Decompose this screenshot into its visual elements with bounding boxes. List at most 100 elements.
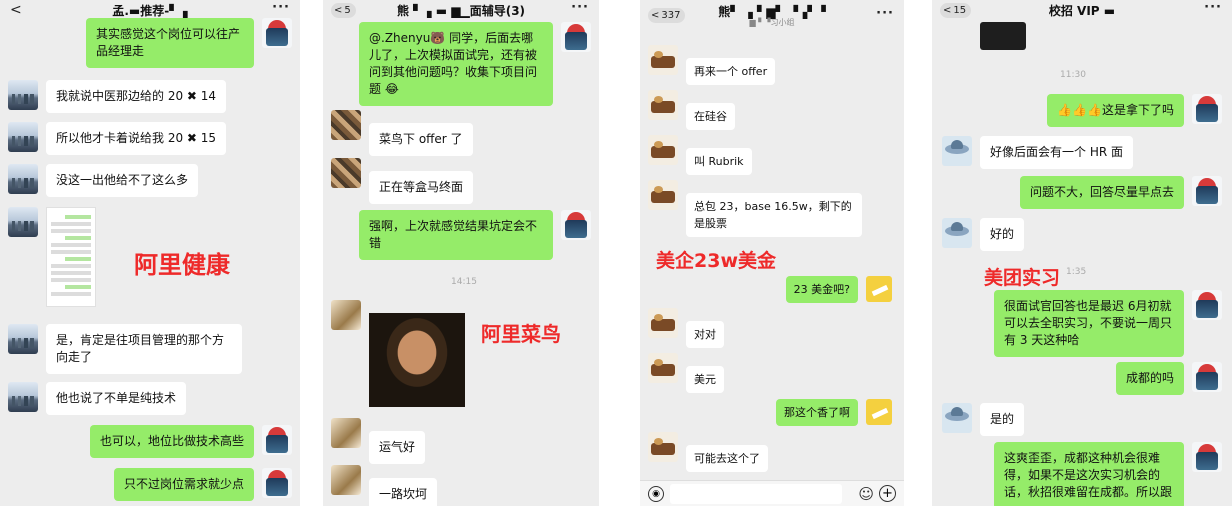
message-row: 👍👍👍这是拿下了吗 <box>1047 94 1222 127</box>
avatar[interactable] <box>331 110 361 140</box>
message-bubble[interactable]: 好的 <box>980 218 1025 251</box>
avatar[interactable] <box>648 308 678 338</box>
unread-count: 5 <box>344 5 351 16</box>
screenshot-thumbnail[interactable] <box>46 207 96 307</box>
avatar[interactable] <box>648 180 678 210</box>
message-bubble[interactable]: 好像后面会有一个 HR 面 <box>980 136 1133 169</box>
avatar[interactable] <box>561 22 591 52</box>
avatar[interactable] <box>648 135 678 165</box>
message-bubble[interactable]: 那这个香了啊 <box>776 399 858 426</box>
avatar[interactable] <box>8 122 38 152</box>
media-thumbnail[interactable] <box>980 22 1026 50</box>
avatar[interactable] <box>8 207 38 237</box>
back-icon[interactable]: < <box>10 2 22 18</box>
voice-icon[interactable]: ◉ <box>648 486 664 502</box>
message-bubble[interactable]: 所以他才卡着说给我 20 ✖ 15 <box>46 122 227 155</box>
message-input[interactable] <box>670 484 842 504</box>
message-bubble[interactable]: 问题不大，回答尽量早点去 <box>1019 176 1184 209</box>
message-bubble[interactable]: 很面试官回答也是最迟 6月初就可以去全职实习，不要说一周只有 3 天这种哈 <box>994 290 1184 357</box>
avatar[interactable] <box>262 425 292 455</box>
message-bubble[interactable]: 我就说中医那边给的 20 ✖ 14 <box>46 80 227 113</box>
avatar[interactable] <box>866 276 892 302</box>
message-bubble[interactable]: 菜鸟下 offer 了 <box>369 123 473 156</box>
message-bubble[interactable]: 没这一出他给不了这么多 <box>46 164 199 197</box>
avatar[interactable] <box>8 80 38 110</box>
sticker-image[interactable] <box>369 313 465 407</box>
message-bubble[interactable]: 总包 23，base 16.5w，剩下的是股票 <box>686 193 862 237</box>
message-bubble[interactable]: 美元 <box>686 366 724 393</box>
sender-name <box>369 300 465 310</box>
message-bubble[interactable]: 对对 <box>686 321 724 348</box>
message-bubble[interactable]: 一路坎坷 <box>369 478 438 506</box>
avatar[interactable] <box>1192 94 1222 124</box>
message-bubble[interactable]: 23 美金吧? <box>785 276 858 303</box>
avatar[interactable] <box>331 300 361 330</box>
back-button[interactable]: < 5 <box>331 3 356 18</box>
avatar[interactable] <box>331 418 361 448</box>
message-bubble[interactable]: 可能去这个了 <box>686 445 768 472</box>
avatar[interactable] <box>8 324 38 354</box>
avatar[interactable] <box>8 382 38 412</box>
message-row: 正在等盒马终面 <box>331 158 474 204</box>
avatar[interactable] <box>942 218 972 248</box>
message-bubble[interactable]: 👍👍👍这是拿下了吗 <box>1047 94 1184 127</box>
avatar[interactable] <box>561 210 591 240</box>
avatar[interactable] <box>1192 176 1222 206</box>
message-row: 那这个香了啊 <box>776 399 892 426</box>
message-row: 好像后面会有一个 HR 面 <box>942 136 1133 169</box>
message-bubble[interactable]: 强啊，上次就感觉结果坑定会不错 <box>359 210 553 260</box>
more-icon[interactable]: ··· <box>272 0 290 15</box>
message-bubble[interactable]: 成都的吗 <box>1115 362 1184 395</box>
message-bubble[interactable]: 是，肯定是往项目管理的那个方向走了 <box>46 324 242 374</box>
avatar[interactable] <box>648 45 678 75</box>
avatar[interactable] <box>648 432 678 462</box>
message-bubble[interactable]: 只不过岗位需求就少点 <box>113 468 254 501</box>
message-bubble[interactable]: 这爽歪歪，成都这种机会很难得，如果不是这次实习机会的话，秋招很难留在成都。所以跟 <box>994 442 1184 506</box>
message-bubble[interactable]: 叫 Rubrik <box>686 148 752 175</box>
message-bubble[interactable]: 正在等盒马终面 <box>369 171 474 204</box>
message-row: 这爽歪歪，成都这种机会很难得，如果不是这次实习机会的话，秋招很难留在成都。所以跟 <box>994 442 1222 506</box>
message-bubble[interactable]: @.Zhenyu🐻 同学，后面去哪儿了，上次模拟面试完，还有被问到其他问题吗？收… <box>359 22 553 106</box>
avatar[interactable] <box>1192 442 1222 472</box>
avatar[interactable] <box>262 18 292 48</box>
timestamp: 11:30 <box>1060 70 1086 80</box>
more-icon[interactable]: ··· <box>1204 0 1222 15</box>
avatar[interactable] <box>1192 362 1222 392</box>
avatar[interactable] <box>648 353 678 383</box>
avatar[interactable] <box>262 468 292 498</box>
sender-name <box>369 110 473 120</box>
avatar[interactable] <box>648 90 678 120</box>
avatar[interactable] <box>866 399 892 425</box>
avatar[interactable] <box>331 158 361 188</box>
avatar[interactable] <box>942 403 972 433</box>
message-row: 其实感觉这个岗位可以往产品经理走 <box>86 18 292 68</box>
message-bubble[interactable]: 也可以，地位比做技术高些 <box>89 425 254 458</box>
message-row: @.Zhenyu🐻 同学，后面去哪儿了，上次模拟面试完，还有被问到其他问题吗？收… <box>359 22 591 106</box>
message-row: 对对 <box>648 308 724 348</box>
message-bubble[interactable]: 其实感觉这个岗位可以往产品经理走 <box>86 18 254 68</box>
sender-name <box>369 418 425 428</box>
avatar[interactable] <box>8 164 38 194</box>
avatar[interactable] <box>1192 290 1222 320</box>
more-icon[interactable]: ··· <box>571 0 589 15</box>
message-bubble[interactable]: 在硅谷 <box>686 103 735 130</box>
chat-header: < 5 熊 ▘▗ ▬ ▆▁面辅导(3) ··· <box>323 0 599 20</box>
sender-name <box>369 465 437 475</box>
message-bubble[interactable]: 再来一个 offer <box>686 58 776 85</box>
message-row: 是的 <box>942 403 1025 436</box>
message-row: 问题不大，回答尽量早点去 <box>1019 176 1222 209</box>
avatar[interactable] <box>942 136 972 166</box>
avatar[interactable] <box>331 465 361 495</box>
plus-icon[interactable]: + <box>879 485 896 502</box>
back-button[interactable]: < 15 <box>940 3 972 18</box>
message-row: 也可以，地位比做技术高些 <box>89 425 292 458</box>
emoji-icon[interactable]: ☺ <box>858 485 874 503</box>
message-bubble[interactable]: 他也说了不单是纯技术 <box>46 382 187 415</box>
message-bubble[interactable]: 运气好 <box>369 431 426 464</box>
message-row: 美元 <box>648 353 724 393</box>
message-row: 强啊，上次就感觉结果坑定会不错 <box>359 210 591 260</box>
message-bubble[interactable]: 是的 <box>980 403 1025 436</box>
sender-name <box>686 308 724 318</box>
message-row: 在硅谷 <box>648 90 735 130</box>
sender-name <box>686 180 862 190</box>
